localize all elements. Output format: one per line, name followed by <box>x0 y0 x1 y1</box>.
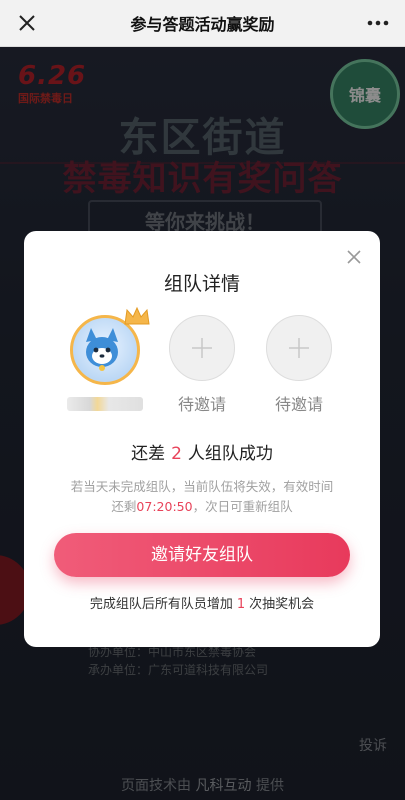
bonus-suffix: 次抽奖机会 <box>249 597 315 612</box>
hint-line-2-suffix: ，次日可重新组队 <box>192 499 293 514</box>
hint-line-2: 还剩07:20:50，次日可重新组队 <box>44 497 360 517</box>
avatar <box>70 306 150 385</box>
member-name-blurred <box>67 397 143 411</box>
team-detail-modal: 组队详情 待邀请 待邀请 还差 2 人组队成功 若当天未完成组队，当前队伍将失效… <box>24 231 380 647</box>
member-status-label: 待邀请 <box>274 395 323 414</box>
team-expiry-hint: 若当天未完成组队，当前队伍将失效，有效时间 还剩07:20:50，次日可重新组队 <box>44 477 360 517</box>
team-member-2[interactable]: 待邀请 <box>157 315 247 415</box>
empty-slot[interactable] <box>169 315 235 381</box>
plus-icon <box>192 338 212 358</box>
modal-close-icon[interactable] <box>342 245 366 269</box>
modal-title: 组队详情 <box>163 273 240 295</box>
more-icon[interactable] <box>363 12 393 34</box>
crown-icon <box>124 306 150 325</box>
team-member-3[interactable]: 待邀请 <box>254 315 344 415</box>
invite-friends-button[interactable]: 邀请好友组队 <box>54 533 350 577</box>
top-bar: 参与答题活动赢奖励 <box>0 0 405 47</box>
bonus-text: 完成组队后所有队员增加 1 次抽奖机会 <box>24 593 380 612</box>
remain-suffix: 人组队成功 <box>187 444 273 464</box>
remain-prefix: 还差 <box>131 444 166 464</box>
empty-slot[interactable] <box>266 315 332 381</box>
bonus-count: 1 <box>236 597 246 612</box>
close-icon[interactable] <box>14 10 40 36</box>
team-member-1 <box>60 306 150 411</box>
hint-line-1: 若当天未完成组队，当前队伍将失效，有效时间 <box>70 479 334 494</box>
hint-line-2-prefix: 还剩 <box>111 499 137 514</box>
page-title: 参与答题活动赢奖励 <box>130 15 275 34</box>
countdown-timer: 07:20:50 <box>136 499 193 514</box>
member-status-label: 待邀请 <box>177 395 226 414</box>
remain-count: 2 <box>171 444 182 464</box>
plus-icon <box>289 338 309 358</box>
remaining-members-text: 还差 2 人组队成功 <box>24 439 380 464</box>
bonus-prefix: 完成组队后所有队员增加 <box>89 597 233 612</box>
